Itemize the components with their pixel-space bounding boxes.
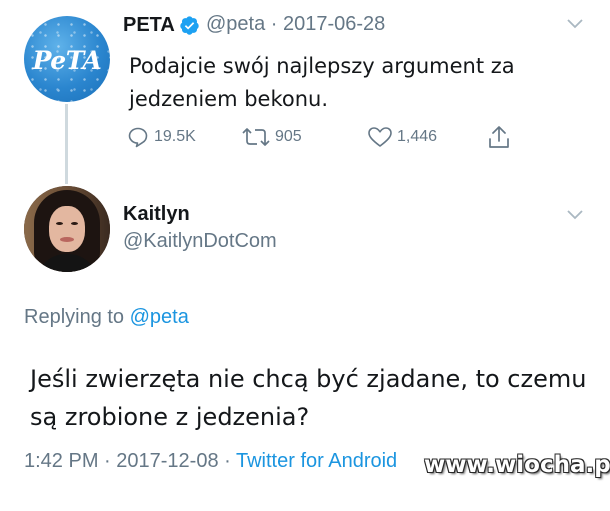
author-handle-date[interactable]: @peta · 2017-06-28: [206, 13, 385, 36]
share-icon: [489, 126, 509, 148]
retweet-button[interactable]: 905: [241, 125, 302, 149]
time-date[interactable]: 1:42 PM · 2017-12-08 ·: [24, 450, 236, 472]
peta-avatar[interactable]: PeTA: [24, 16, 110, 102]
tweet-text: Jeśli zwierzęta nie chcą być zjadane, to…: [30, 365, 587, 431]
peta-logo: PeTA: [32, 46, 102, 75]
tweet-timestamp: 1:42 PM · 2017-12-08 · Twitter for Andro…: [24, 450, 397, 473]
author-name[interactable]: PETA: [123, 14, 175, 37]
replying-to-mention-link[interactable]: @peta: [130, 306, 189, 328]
heart-icon: [368, 127, 392, 147]
reply-count: 19.5K: [154, 128, 196, 145]
like-count: 1,446: [397, 128, 438, 145]
retweet-count: 905: [275, 128, 302, 145]
reply-button[interactable]: 19.5K: [126, 125, 196, 149]
watermark: www.wiocha.pl: [424, 452, 610, 478]
chevron-down-icon[interactable]: [566, 18, 584, 30]
reply-icon: [128, 127, 148, 148]
source-link[interactable]: Twitter for Android: [236, 450, 397, 472]
like-button[interactable]: 1,446: [367, 125, 437, 149]
chevron-down-icon[interactable]: [566, 209, 584, 221]
author-handle[interactable]: @KaitlynDotCom: [123, 230, 277, 253]
thread-line: [65, 104, 68, 184]
author-name[interactable]: Kaitlyn: [123, 203, 190, 226]
share-button[interactable]: [487, 125, 515, 149]
replying-to-label: Replying to: [24, 306, 130, 328]
replying-to: Replying to @peta: [24, 306, 189, 329]
retweet-icon: [242, 128, 270, 146]
verified-badge-icon: [180, 16, 199, 35]
tweet-text: Podajcie swój najlepszy argument za jedz…: [129, 54, 515, 111]
kaitlyn-avatar[interactable]: [24, 186, 110, 272]
